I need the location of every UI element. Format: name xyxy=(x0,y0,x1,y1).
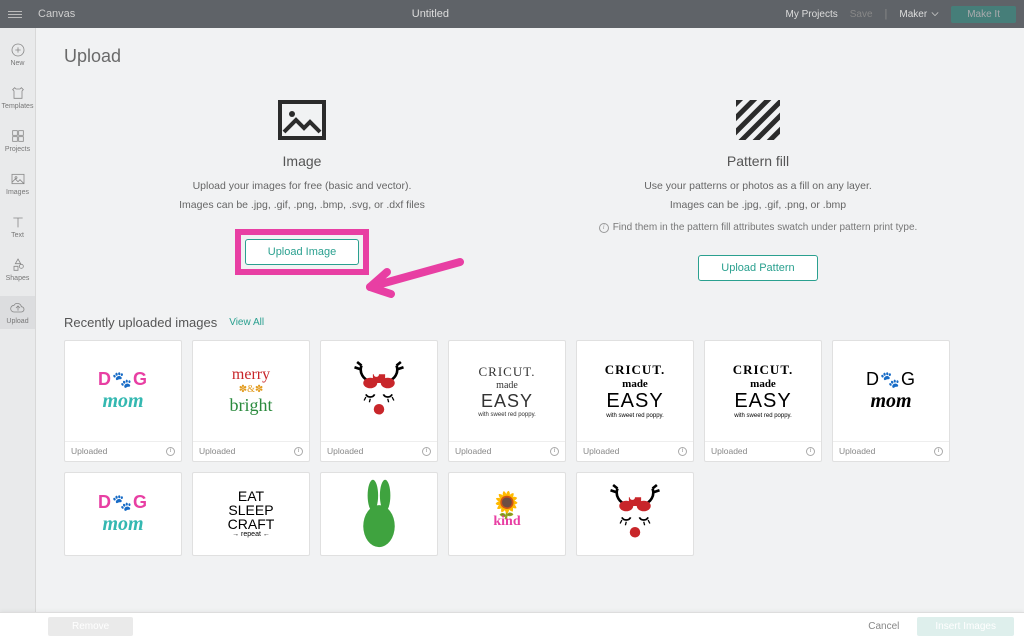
image-icon xyxy=(10,171,26,187)
sidebar-item-label: Text xyxy=(11,232,24,239)
info-icon[interactable]: i xyxy=(806,447,815,456)
upload-icon xyxy=(10,300,26,316)
upload-thumbnail: 🌻kind xyxy=(449,473,565,555)
sidebar-item-shapes[interactable]: Shapes xyxy=(0,253,35,286)
view-all-link[interactable]: View All xyxy=(229,317,264,328)
info-icon[interactable]: i xyxy=(422,447,431,456)
hamburger-icon[interactable] xyxy=(8,11,28,18)
sidebar-item-images[interactable]: Images xyxy=(0,167,35,200)
upload-meta: Uploaded i xyxy=(321,441,437,461)
pattern-panel-heading: Pattern fill xyxy=(550,153,966,169)
sidebar-item-new[interactable]: New xyxy=(0,38,35,71)
info-icon[interactable]: i xyxy=(294,447,303,456)
shirt-icon xyxy=(10,85,26,101)
text-icon xyxy=(10,214,26,230)
upload-thumbnail: merry✽&✽bright xyxy=(193,341,309,441)
upload-meta: Uploaded i xyxy=(705,441,821,461)
upload-status: Uploaded xyxy=(583,446,619,456)
machine-selector[interactable]: Maker xyxy=(899,9,939,20)
grid-icon xyxy=(10,128,26,144)
upload-card[interactable]: D🐾Gmom Uploaded i xyxy=(832,340,950,462)
page-title: Upload xyxy=(64,46,996,67)
upload-thumbnail: D🐾Gmom xyxy=(833,341,949,441)
upload-meta: Uploaded i xyxy=(577,441,693,461)
make-it-button: Make It xyxy=(951,6,1016,23)
image-panel-line1: Upload your images for free (basic and v… xyxy=(94,177,510,196)
save-button: Save xyxy=(850,9,873,20)
info-icon[interactable]: i xyxy=(678,447,687,456)
image-upload-panel: Image Upload your images for free (basic… xyxy=(94,95,510,281)
pattern-panel-line3: iFind them in the pattern fill attribute… xyxy=(599,219,918,237)
upload-card[interactable]: D🐾Gmom Uploaded i xyxy=(64,340,182,462)
image-panel-line2: Images can be .jpg, .gif, .png, .bmp, .s… xyxy=(94,196,510,215)
upload-card[interactable]: CRICUT.madeEASYwith sweet red poppy.Uplo… xyxy=(576,340,694,462)
sidebar-item-label: Images xyxy=(6,189,29,196)
upload-image-button[interactable]: Upload Image xyxy=(245,239,360,265)
sidebar-item-label: Shapes xyxy=(6,275,30,282)
upload-card[interactable]: CRICUT.madeEASYwith sweet red poppy.Uplo… xyxy=(448,340,566,462)
pattern-panel-line1: Use your patterns or photos as a fill on… xyxy=(550,177,966,196)
recent-grid-row2: D🐾GmomEATSLEEPCRAFT→ repeat ← 🌻kind xyxy=(64,472,996,556)
upload-thumbnail: D🐾Gmom xyxy=(65,341,181,441)
pattern-panel-icon xyxy=(550,95,966,145)
plus-circle-icon xyxy=(10,42,26,58)
my-projects-link[interactable]: My Projects xyxy=(786,9,838,20)
info-icon: i xyxy=(599,223,609,233)
upload-card[interactable]: D🐾Gmom xyxy=(64,472,182,556)
divider: | xyxy=(885,8,888,20)
upload-card[interactable]: Uploaded i xyxy=(320,340,438,462)
upload-thumbnail: CRICUT.madeEASYwith sweet red poppy. xyxy=(449,341,565,441)
upload-status: Uploaded xyxy=(71,446,107,456)
insert-images-button: Insert Images xyxy=(917,617,1014,636)
chevron-down-icon xyxy=(931,10,939,18)
upload-pattern-button[interactable]: Upload Pattern xyxy=(698,255,817,281)
upload-meta: Uploaded i xyxy=(65,441,181,461)
upload-status: Uploaded xyxy=(327,446,363,456)
upload-thumbnail xyxy=(577,473,693,555)
info-icon[interactable]: i xyxy=(934,447,943,456)
document-title[interactable]: Untitled xyxy=(75,8,785,20)
upload-card[interactable]: 🌻kind xyxy=(448,472,566,556)
pattern-panel-line2: Images can be .jpg, .gif, .png, or .bmp xyxy=(550,196,966,215)
upload-thumbnail: CRICUT.madeEASYwith sweet red poppy. xyxy=(577,341,693,441)
shapes-icon xyxy=(10,257,26,273)
image-panel-heading: Image xyxy=(94,153,510,169)
upload-thumbnail: CRICUT.madeEASYwith sweet red poppy. xyxy=(705,341,821,441)
sidebar-item-text[interactable]: Text xyxy=(0,210,35,243)
sidebar-item-upload[interactable]: Upload xyxy=(0,296,35,329)
info-icon[interactable]: i xyxy=(550,447,559,456)
sidebar-item-label: New xyxy=(10,60,24,67)
upload-thumbnail: D🐾Gmom xyxy=(65,473,181,555)
upload-meta: Uploaded i xyxy=(449,441,565,461)
sidebar-item-templates[interactable]: Templates xyxy=(0,81,35,114)
upload-status: Uploaded xyxy=(839,446,875,456)
upload-card[interactable]: EATSLEEPCRAFT→ repeat ← xyxy=(192,472,310,556)
recent-grid-row1: D🐾GmomUploadedimerry✽&✽brightUploadediUp… xyxy=(64,340,996,462)
image-panel-icon xyxy=(94,95,510,145)
upload-card[interactable] xyxy=(576,472,694,556)
annotation-highlight: Upload Image xyxy=(235,229,370,275)
upload-thumbnail: EATSLEEPCRAFT→ repeat ← xyxy=(193,473,309,555)
upload-status: Uploaded xyxy=(455,446,491,456)
upload-meta: Uploaded i xyxy=(833,441,949,461)
pattern-upload-panel: Pattern fill Use your patterns or photos… xyxy=(550,95,966,281)
sidebar-item-label: Projects xyxy=(5,146,30,153)
upload-meta: Uploaded i xyxy=(193,441,309,461)
sidebar-item-label: Templates xyxy=(2,103,34,110)
upload-status: Uploaded xyxy=(199,446,235,456)
info-icon[interactable]: i xyxy=(166,447,175,456)
sidebar-item-label: Upload xyxy=(6,318,28,325)
sidebar-item-projects[interactable]: Projects xyxy=(0,124,35,157)
upload-card[interactable]: merry✽&✽bright Uploaded i xyxy=(192,340,310,462)
upload-card[interactable] xyxy=(320,472,438,556)
canvas-label: Canvas xyxy=(38,8,75,20)
upload-status: Uploaded xyxy=(711,446,747,456)
remove-button: Remove xyxy=(48,617,133,636)
cancel-button[interactable]: Cancel xyxy=(858,617,909,636)
upload-thumbnail xyxy=(321,341,437,441)
upload-card[interactable]: CRICUT.madeEASYwith sweet red poppy.Uplo… xyxy=(704,340,822,462)
recent-heading: Recently uploaded images xyxy=(64,315,217,330)
upload-thumbnail xyxy=(321,473,437,555)
